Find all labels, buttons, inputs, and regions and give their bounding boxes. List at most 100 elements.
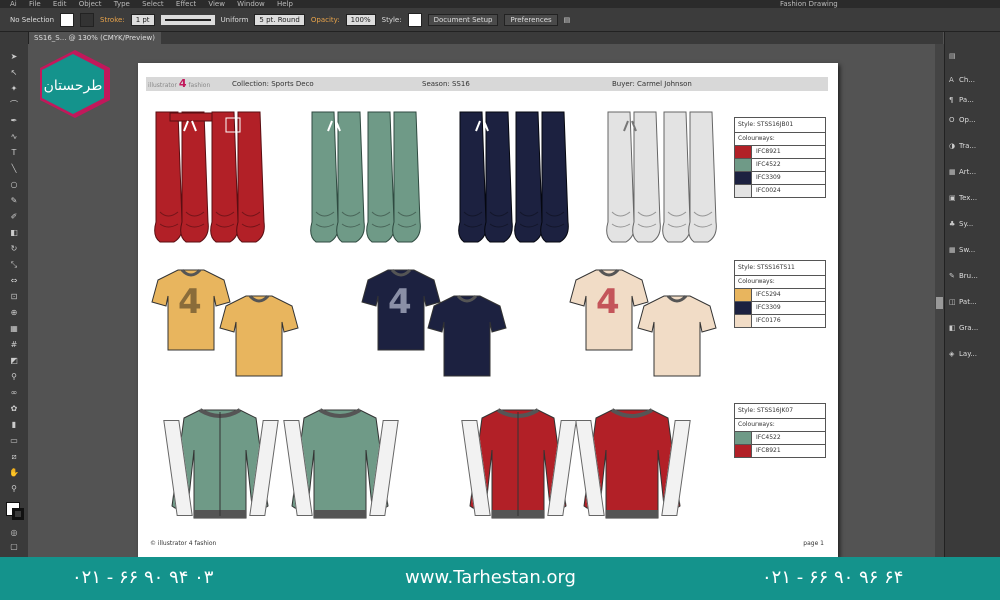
menu-item[interactable]: Object xyxy=(79,0,102,8)
symbol-sprayer-tool-icon[interactable]: ✿ xyxy=(8,404,20,414)
blend-tool-icon[interactable]: ∞ xyxy=(8,388,20,398)
document-tab[interactable]: SS16_S... @ 130% (CMYK/Preview) xyxy=(28,32,161,44)
opentype-icon: O xyxy=(949,116,955,124)
free-transform-tool-icon[interactable]: ⊡ xyxy=(8,292,20,302)
menu-item[interactable]: Effect xyxy=(176,0,196,8)
swatches-icon: ▦ xyxy=(949,246,956,254)
website-link[interactable]: www.Tarhestan.org xyxy=(405,567,576,588)
panel-item[interactable]: ¶ Pa... xyxy=(949,94,999,106)
artboards-icon: ▦ xyxy=(949,168,956,176)
menu-item[interactable]: File xyxy=(29,0,41,8)
screen-mode-icon[interactable]: ▢ xyxy=(8,542,20,552)
menu-item[interactable]: Select xyxy=(142,0,164,8)
stroke-label[interactable]: Stroke: xyxy=(100,16,125,24)
panel-item[interactable]: ◈ Lay... xyxy=(949,348,999,360)
style-swatch[interactable] xyxy=(407,12,422,27)
stroke-profile-preview[interactable] xyxy=(160,14,215,25)
direct-selection-tool-icon[interactable]: ↖ xyxy=(8,68,20,78)
fill-swatch[interactable] xyxy=(60,12,75,27)
curvature-tool-icon[interactable]: ∿ xyxy=(8,132,20,142)
style-code: Style: STSS16JB01 xyxy=(735,118,825,133)
colourway-row: IFC4522 xyxy=(735,432,825,445)
stroke-swatch[interactable] xyxy=(80,12,95,27)
gradient-tool-icon[interactable]: ◩ xyxy=(8,356,20,366)
colour-swatch xyxy=(735,289,752,301)
graph-tool-icon[interactable]: ▮ xyxy=(8,420,20,430)
zoom-tool-icon[interactable]: ⚲ xyxy=(8,484,20,494)
opacity-field[interactable]: 100% xyxy=(345,13,376,26)
panel-item[interactable]: ▦ Art... xyxy=(949,166,999,178)
menu-item[interactable]: Edit xyxy=(53,0,67,8)
pathfinder-icon: ◫ xyxy=(949,298,956,306)
panel-item[interactable]: ♣ Sy... xyxy=(949,218,999,230)
colourway-row: IFC0176 xyxy=(735,315,825,327)
graphic-styles-icon: ◧ xyxy=(949,324,956,332)
colour-swatch xyxy=(735,302,752,314)
rotate-tool-icon[interactable]: ↻ xyxy=(8,244,20,254)
eraser-tool-icon[interactable]: ◧ xyxy=(8,228,20,238)
workspace-switcher[interactable]: Fashion Drawing xyxy=(780,0,838,8)
style-label: Style: xyxy=(381,15,402,24)
pencil-tool-icon[interactable]: ✐ xyxy=(8,212,20,222)
panel-item[interactable]: ✎ Bru... xyxy=(949,270,999,282)
stroke-profile-select[interactable]: Uniform xyxy=(221,16,249,24)
type-tool-icon[interactable]: T xyxy=(8,148,20,158)
page-number: page 1 xyxy=(803,540,824,547)
opacity-label[interactable]: Opacity: xyxy=(311,16,340,24)
magic-wand-tool-icon[interactable]: ✦ xyxy=(8,84,20,94)
colour-swatch xyxy=(735,445,752,457)
stroke-weight-field[interactable]: 1 pt xyxy=(130,13,155,26)
menu-item[interactable]: Ai xyxy=(10,0,17,8)
width-tool-icon[interactable]: ⇔ xyxy=(8,276,20,286)
colourways-title: Colourways: xyxy=(735,419,825,432)
colour-swatch xyxy=(735,146,752,158)
colourway-row: IFC0024 xyxy=(735,185,825,197)
scrollbar-thumb[interactable] xyxy=(936,297,943,309)
menu-item[interactable]: Help xyxy=(277,0,293,8)
artboard-tool-icon[interactable]: ▭ xyxy=(8,436,20,446)
eyedropper-tool-icon[interactable]: ⚲ xyxy=(8,372,20,382)
tools-panel: ➤ ↖ ✦ ⌒ ✒ ∿ T ╲ ○ ✎ ✐ ◧ ↻ ⤡ ⇔ ⊡ ⊕ ▦ # ◩ … xyxy=(0,32,29,557)
line-tool-icon[interactable]: ╲ xyxy=(8,164,20,174)
preferences-button[interactable]: Preferences xyxy=(504,13,558,26)
menu-item[interactable]: Type xyxy=(114,0,130,8)
panel-item[interactable]: ▦ Sw... xyxy=(949,244,999,256)
panel-item[interactable]: ◧ Gra... xyxy=(949,322,999,334)
panel-item[interactable]: ▣ Tex... xyxy=(949,192,999,204)
menu-item[interactable]: View xyxy=(208,0,225,8)
colour-swatch xyxy=(735,315,752,327)
phone-number[interactable]: ۰۲۱ - ۶۶ ۹۰ ۹۴ ۰۳ xyxy=(72,567,213,588)
hand-tool-icon[interactable]: ✋ xyxy=(8,468,20,478)
vertical-scrollbar[interactable] xyxy=(935,44,944,557)
colourway-row: IFC5294 xyxy=(735,289,825,302)
colourway-row: IFC3309 xyxy=(735,172,825,185)
scale-tool-icon[interactable]: ⤡ xyxy=(8,260,20,270)
brush-select[interactable]: 5 pt. Round xyxy=(254,13,305,26)
selection-tool-icon[interactable]: ➤ xyxy=(8,52,20,62)
phone-number[interactable]: ۰۲۱ - ۶۶ ۹۰ ۹۶ ۶۴ xyxy=(762,567,903,588)
arrange-icon[interactable]: ▤ xyxy=(564,16,571,24)
panel-item[interactable]: ◑ Tra... xyxy=(949,140,999,152)
control-bar: No Selection Stroke: 1 pt Uniform 5 pt. … xyxy=(0,8,1000,32)
ellipse-tool-icon[interactable]: ○ xyxy=(8,180,20,190)
brushes-icon: ✎ xyxy=(949,272,955,280)
perspective-grid-tool-icon[interactable]: ▦ xyxy=(8,324,20,334)
panel-item[interactable]: ◫ Pat... xyxy=(949,296,999,308)
stroke-color-swatch[interactable] xyxy=(12,508,24,520)
mesh-tool-icon[interactable]: # xyxy=(8,340,20,350)
selection-status: No Selection xyxy=(10,15,55,24)
tshirt-graphic-number: 4 xyxy=(178,282,202,322)
slice-tool-icon[interactable]: ⧄ xyxy=(8,452,20,462)
artboard[interactable]: illustrator 4 fashion Collection: Sports… xyxy=(138,63,838,557)
brand-logo: illustrator 4 fashion xyxy=(148,77,211,90)
pen-tool-icon[interactable]: ✒ xyxy=(8,116,20,126)
drawing-modes-icon[interactable]: ◎ xyxy=(8,528,20,538)
panel-item[interactable]: ▤ xyxy=(949,50,999,62)
menu-item[interactable]: Window xyxy=(237,0,265,8)
document-setup-button[interactable]: Document Setup xyxy=(427,13,499,26)
shape-builder-tool-icon[interactable]: ⊕ xyxy=(8,308,20,318)
lasso-tool-icon[interactable]: ⌒ xyxy=(8,100,20,110)
panel-item[interactable]: O Op... xyxy=(949,114,999,126)
paintbrush-tool-icon[interactable]: ✎ xyxy=(8,196,20,206)
panel-item[interactable]: A Ch... xyxy=(949,74,999,86)
